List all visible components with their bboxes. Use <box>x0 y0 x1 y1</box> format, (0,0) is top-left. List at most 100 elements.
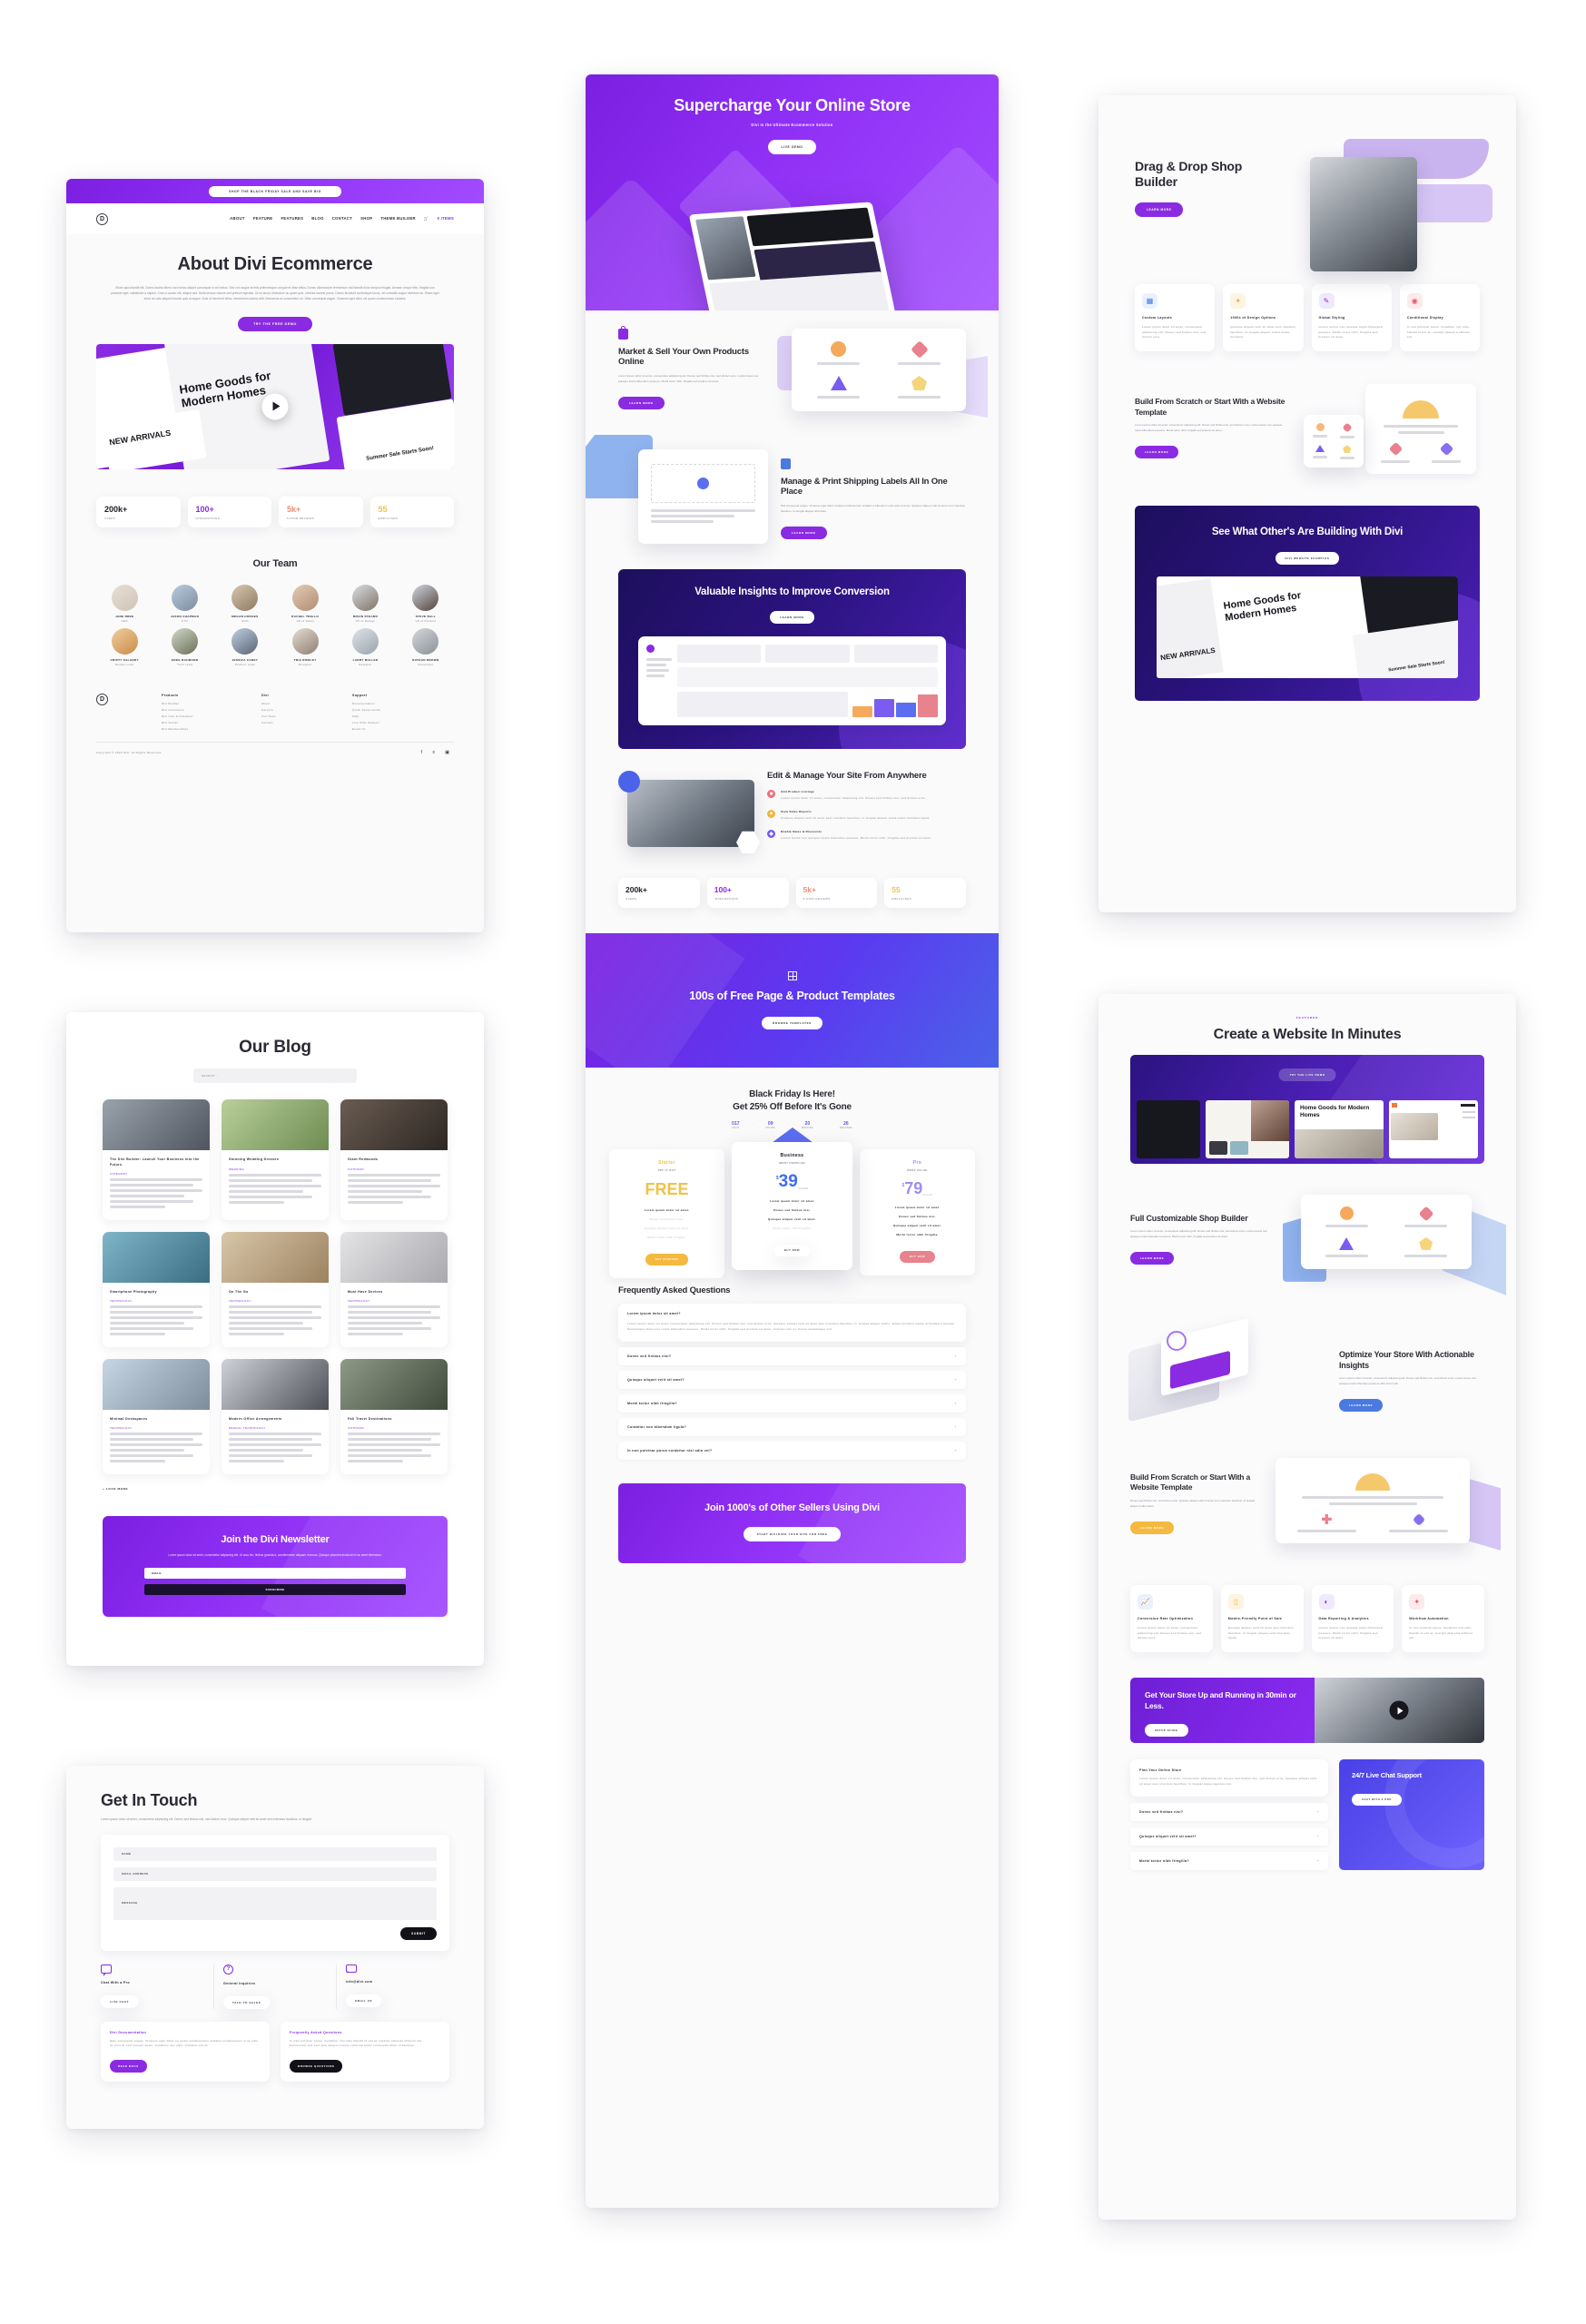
post-category[interactable]: TECHNOLOGY <box>110 1426 202 1430</box>
post-title[interactable]: Giant Redwoods <box>348 1157 440 1162</box>
hero-live-demo-button[interactable]: LIVE DEMO <box>768 140 816 155</box>
nav-item-contact[interactable]: CONTACT <box>332 216 352 222</box>
features-hero-cta[interactable]: LEARN MORE <box>1135 202 1184 218</box>
nav-item-feature[interactable]: FEATURE <box>253 216 273 222</box>
footer-link[interactable]: Divi Social <box>162 721 238 724</box>
live-chat-button[interactable]: LIVE CHAT <box>101 1994 139 2008</box>
faq-item[interactable]: Morbi tortor nibh fringilla? + <box>1130 1851 1328 1870</box>
post-title[interactable]: Must Have Devices <box>348 1290 440 1295</box>
email-us-button[interactable]: EMAIL US <box>346 1994 382 2007</box>
chat-with-pro-button[interactable]: CHAT WITH A PRO <box>1352 1793 1402 1806</box>
post-category[interactable]: DESIGN, TECHNOLOGY <box>229 1426 321 1430</box>
email-field[interactable]: EMAIL ADDRESS <box>113 1866 437 1881</box>
post-category[interactable]: CATEGORY <box>110 1172 202 1176</box>
insights-cta[interactable]: LEARN MORE <box>770 610 814 624</box>
pricing-card-pro[interactable]: Pro BEST VALUE $ 79 /month Lorem ipsum d… <box>860 1148 975 1275</box>
feature-shipping-cta[interactable]: LEARN MORE <box>781 527 827 540</box>
faq-question[interactable]: In non pulvinar purus curabitur nisl odi… <box>627 1449 712 1452</box>
feature-card[interactable]: ◉ Conditional Display In non pulvinar pu… <box>1399 284 1480 352</box>
footer-link[interactable]: About <box>261 702 329 705</box>
read-docs-button[interactable]: READ DOCS <box>110 2059 147 2073</box>
promo-bar[interactable]: SHOP THE BLACK FRIDAY SALE AND SAVE BIG <box>66 179 484 203</box>
blog-post-card[interactable]: Stunning Wedding Dresses WEDDING <box>222 1099 329 1220</box>
footer-link[interactable]: Divi Cart & Checkout <box>162 714 238 718</box>
footer-link[interactable]: Quick Setup Guide <box>352 708 434 712</box>
post-title[interactable]: Fall Travel Destinations <box>348 1417 440 1422</box>
feature-card[interactable]: ✎ Global Styling Luctus lectus non quisq… <box>1311 284 1392 352</box>
feature-card[interactable]: ✦ Workflow Automation In non pulvinar pu… <box>1402 1584 1484 1653</box>
post-category[interactable]: TECHNOLOGY <box>110 1299 202 1303</box>
footer-link[interactable]: Divi Memberships <box>162 727 238 731</box>
faq-item[interactable]: Donec sed finibus nisi? + <box>1130 1802 1328 1821</box>
nav-item-blog[interactable]: BLOG <box>311 216 323 222</box>
blog-post-card[interactable]: Fall Travel Destinations OUTDOOR <box>340 1359 448 1475</box>
blog-post-card[interactable]: On The Go TECHNOLOGY <box>222 1231 329 1348</box>
footer-link[interactable]: Divi Builder <box>162 702 238 705</box>
site-nav[interactable]: D ABOUT FEATURE FEATURES BLOG CONTACT SH… <box>66 203 484 234</box>
contact-page-preview[interactable]: Get In Touch Lorem ipsum dolor sit amet,… <box>66 1766 484 2129</box>
blog-post-card[interactable]: Giant Redwoods OUTDOOR <box>340 1099 448 1220</box>
feature-card[interactable]: ◐ Data Reporting & Analytics Luctus lect… <box>1311 1584 1394 1653</box>
scratch-cta[interactable]: LEARN MORE <box>1135 445 1179 458</box>
nav-item-theme-builder[interactable]: THEME BUILDER <box>380 216 416 222</box>
faq-question[interactable]: Lorem ipsum dolor sit amet? <box>627 1312 957 1315</box>
message-field[interactable]: MESSAGE <box>113 1886 437 1920</box>
setup-guide-button[interactable]: SETUP GUIDE <box>1145 1724 1188 1737</box>
nav-links[interactable]: ABOUT FEATURE FEATURES BLOG CONTACT SHOP… <box>230 216 454 222</box>
feature-card[interactable]: ▦ Custom Layouts Lorem ipsum dolor sit a… <box>1135 284 1216 352</box>
play-button[interactable] <box>261 393 289 420</box>
footer-link[interactable]: Careers <box>261 708 329 712</box>
footer-link[interactable]: Live Chat Support <box>352 721 434 724</box>
footer-link[interactable]: Documentation <box>352 702 434 705</box>
pricing-card-business[interactable]: Business MOST POPULAR $ 39 /month Lorem … <box>732 1141 852 1270</box>
plan-cta[interactable]: BUY NOW <box>899 1250 936 1263</box>
cart-count[interactable]: 0 ITEMS <box>438 216 454 222</box>
blog-post-card[interactable]: The Divi Builder: Launch Your Business I… <box>103 1099 210 1220</box>
social-links[interactable]: f x ▣ <box>421 750 454 755</box>
features-page-preview[interactable]: Drag & Drop Shop Builder LEARN MORE ▦ Cu… <box>1098 95 1516 912</box>
expand-icon[interactable]: + <box>955 1354 957 1358</box>
post-title[interactable]: Minimal Deskspaces <box>110 1417 202 1422</box>
nav-item-about[interactable]: ABOUT <box>230 216 245 222</box>
faq-item[interactable]: Quisque aliquet velit sit amet? + <box>618 1371 966 1390</box>
expand-icon[interactable]: + <box>1317 1859 1319 1863</box>
footer-link[interactable]: Divi Commerce <box>162 708 238 712</box>
cart-icon[interactable]: 🛒 <box>424 216 429 222</box>
faq-question[interactable]: Morbi tortor nibh fringilla? <box>1139 1859 1189 1863</box>
browse-templates-button[interactable]: BROWSE TEMPLATES <box>762 1016 823 1029</box>
faq-question[interactable]: Morbi tortor nibh fringilla? <box>627 1402 677 1405</box>
plan-cta[interactable]: BUY NOW <box>773 1244 811 1256</box>
faq-question[interactable]: Donec sed finibus nisi? <box>627 1354 671 1358</box>
name-field[interactable]: NAME <box>113 1846 437 1861</box>
video-collage[interactable]: Home Goods for Modern Homes NEW ARRIVALS… <box>96 343 454 469</box>
video-cta-thumbnail[interactable] <box>1314 1678 1484 1744</box>
home-page-preview[interactable]: Supercharge Your Online Store Divi Is th… <box>586 74 999 2208</box>
try-live-demo-button[interactable]: TRY THE LIVE DEMO <box>1278 1068 1336 1081</box>
submit-button[interactable]: SUBMIT <box>400 1926 437 1940</box>
faq-item[interactable]: In non pulvinar purus curabitur nisl odi… <box>618 1442 966 1461</box>
plan-cta[interactable]: GET STARTED <box>645 1253 689 1265</box>
feature-market-cta[interactable]: LEARN MORE <box>618 397 665 410</box>
faq-open-item[interactable]: Lorem ipsum dolor sit amet? Lorem ipsum … <box>618 1303 966 1343</box>
showcase-cta[interactable]: DIVI WEBSITE EXAMPLES <box>1275 552 1340 566</box>
blog-page-preview[interactable]: Our Blog SEARCH... The Divi Builder: Lau… <box>66 1012 484 1666</box>
footer-logo[interactable]: D <box>96 693 108 705</box>
post-title[interactable]: Modern Office Arrangements <box>229 1417 321 1422</box>
help-card[interactable]: Frequently Asked Questions In nam pulvin… <box>281 2021 449 2082</box>
contact-form[interactable]: NAME EMAIL ADDRESS MESSAGE SUBMIT <box>101 1834 449 1951</box>
blog-post-card[interactable]: Modern Office Arrangements DESIGN, TECHN… <box>222 1359 329 1475</box>
nav-item-shop[interactable]: SHOP <box>360 216 372 222</box>
post-category[interactable]: TECHNOLOGY <box>348 1299 440 1303</box>
expand-icon[interactable]: + <box>1317 1835 1319 1838</box>
optimize-cta[interactable]: LEARN MORE <box>1339 1398 1384 1412</box>
expand-icon[interactable]: + <box>955 1378 957 1382</box>
about-page-preview[interactable]: SHOP THE BLACK FRIDAY SALE AND SAVE BIG … <box>66 179 484 932</box>
minutes-scratch-cta[interactable]: LEARN MORE <box>1130 1521 1175 1534</box>
newsletter-email-input[interactable]: EMAIL <box>144 1568 406 1580</box>
minutes-page-preview[interactable]: FEATURES Create a Website In Minutes TRY… <box>1098 994 1516 2220</box>
divi-logo[interactable]: D <box>96 212 108 225</box>
expand-icon[interactable]: + <box>955 1425 957 1429</box>
blog-post-card[interactable]: Minimal Deskspaces TECHNOLOGY <box>103 1359 210 1475</box>
browse-questions-button[interactable]: BROWSE QUESTIONS <box>290 2059 343 2073</box>
post-category[interactable]: OUTDOOR <box>348 1426 440 1430</box>
